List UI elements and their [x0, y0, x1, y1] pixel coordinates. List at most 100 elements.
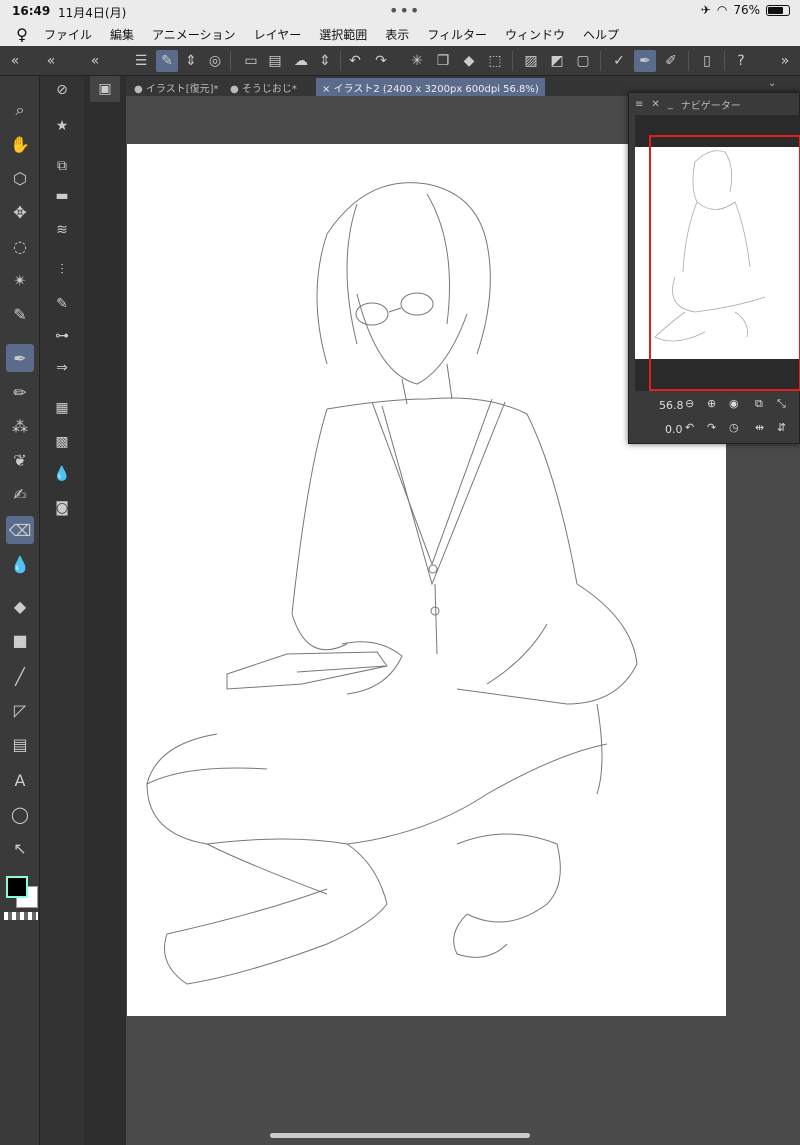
collapse-icon[interactable]: «: [40, 50, 62, 72]
material-palette-icon[interactable]: ★: [50, 114, 74, 138]
menu-filter[interactable]: フィルター: [427, 26, 487, 43]
pen-tool-icon[interactable]: ✒: [6, 344, 34, 372]
home-indicator[interactable]: [270, 1133, 530, 1138]
hamburger-menu-icon[interactable]: ☰: [130, 50, 152, 72]
smartphone-icon[interactable]: ▯: [696, 50, 718, 72]
tool-property-icon[interactable]: ⫶: [50, 258, 74, 282]
balloon-tool-icon[interactable]: ◯: [6, 800, 34, 828]
menu-file[interactable]: ファイル: [44, 26, 92, 43]
brush-tool-icon[interactable]: ✍: [6, 480, 34, 508]
pencil-tool-icon[interactable]: ✏: [6, 378, 34, 406]
navigator-view-frame[interactable]: [649, 135, 800, 391]
menu-animation[interactable]: アニメーション: [152, 26, 236, 43]
multitask-dots-icon[interactable]: •••: [389, 1, 420, 20]
separator: [512, 51, 513, 71]
save-cloud-icon[interactable]: ☁: [290, 50, 312, 72]
adjust-icon[interactable]: ⊶: [50, 324, 74, 348]
loading-icon[interactable]: ✳: [406, 50, 428, 72]
help-icon[interactable]: ?: [730, 50, 752, 72]
menu-edit[interactable]: 編集: [110, 26, 134, 43]
minimize-icon[interactable]: _: [668, 99, 673, 110]
frame-tool-icon[interactable]: ◸: [6, 696, 34, 724]
separator: [340, 51, 341, 71]
flip-horizontal-icon[interactable]: ⇹: [755, 421, 764, 434]
line-tool-icon[interactable]: ╱: [6, 662, 34, 690]
actual-size-icon[interactable]: ⤡: [777, 397, 786, 411]
layer-palette-icon[interactable]: ≋: [50, 218, 74, 242]
decoration-tool-icon[interactable]: ❦: [6, 446, 34, 474]
magic-wand-icon[interactable]: ✴: [6, 266, 34, 294]
transform-icon[interactable]: ⬚: [484, 50, 506, 72]
collapse-icon-2[interactable]: «: [84, 50, 106, 72]
new-file-icon[interactable]: ▭: [240, 50, 262, 72]
navigator-palette-icon[interactable]: ⊘: [50, 78, 74, 102]
color-mixing-icon[interactable]: 💧: [50, 462, 74, 486]
brush-icon[interactable]: ✒: [634, 50, 656, 72]
rotate-left-icon[interactable]: ↶: [685, 421, 694, 434]
rotate-right-icon[interactable]: ↷: [707, 421, 716, 434]
redo-icon[interactable]: ↷: [370, 50, 392, 72]
text-tool-icon[interactable]: A: [6, 766, 34, 794]
undo-icon[interactable]: ↶: [344, 50, 366, 72]
sub-tool-detail-icon[interactable]: ▬: [50, 184, 74, 208]
rotation-reset-icon[interactable]: ◷: [729, 421, 739, 434]
menu-selection[interactable]: 選択範囲: [319, 26, 367, 43]
fit-window-icon[interactable]: ⧉: [755, 397, 763, 411]
layer-property-icon[interactable]: ⧉: [50, 154, 74, 178]
tab-illust2[interactable]: × イラスト2 (2400 x 3200px 600dpi 56.8%): [316, 78, 545, 96]
close-icon[interactable]: ✕: [651, 99, 659, 110]
sort-icon-2[interactable]: ⇕: [314, 50, 336, 72]
simple-mode-icon[interactable]: ✎: [156, 50, 178, 72]
zoom-reset-icon[interactable]: ◉: [729, 397, 739, 410]
palette-bar: ⊘ ★ ⧉ ▬ ≋ ⫶ ✎ ⊶ ⇒ ▦ ▩ 💧 ◙: [40, 76, 84, 1145]
invert-selection-icon[interactable]: ◩: [546, 50, 568, 72]
hand-tool-icon[interactable]: ✋: [6, 130, 34, 158]
sort-icon[interactable]: ⇕: [180, 50, 202, 72]
color-set-icon[interactable]: ▩: [50, 430, 74, 454]
brush-size-icon[interactable]: ✎: [50, 292, 74, 316]
open-folder-icon[interactable]: ▤: [264, 50, 286, 72]
menu-window[interactable]: ウィンドウ: [505, 26, 565, 43]
timeline-icon[interactable]: ▦: [50, 396, 74, 420]
zoom-value: 56.8: [659, 399, 684, 412]
tab-illust-restore[interactable]: ● イラスト[復元]*: [128, 78, 225, 96]
transparent-color-swatch[interactable]: [4, 912, 38, 920]
layer-thumbnail-icon[interactable]: ▣: [90, 76, 120, 102]
ruler-tool-icon[interactable]: ▤: [6, 730, 34, 758]
menu-view[interactable]: 表示: [385, 26, 409, 43]
zoom-tool-icon[interactable]: ⌕: [6, 96, 34, 124]
collapse-right-icon[interactable]: »: [774, 50, 796, 72]
flip-vertical-icon[interactable]: ⇵: [777, 421, 786, 434]
navigator-panel: ≡ ✕ _ ナビゲーター 56.8 ⊖ ⊕ ◉ ⧉ ⤡ 0.0 ↶ ↷ ◷ ⇹ …: [628, 92, 800, 444]
select-none-icon[interactable]: ▨: [520, 50, 542, 72]
correct-line-tool-icon[interactable]: ↖: [6, 834, 34, 862]
menu-help[interactable]: ヘルプ: [583, 26, 619, 43]
copy-icon[interactable]: ❐: [432, 50, 454, 72]
fill-tool-icon[interactable]: ◆: [6, 592, 34, 620]
collapse-left-icon[interactable]: «: [4, 50, 26, 72]
selection-border-icon[interactable]: ▢: [572, 50, 594, 72]
navigator-preview[interactable]: [635, 115, 800, 391]
airbrush-tool-icon[interactable]: ⁂: [6, 412, 34, 440]
auto-action-icon[interactable]: ⇒: [50, 356, 74, 380]
gradient-tool-icon[interactable]: ■: [6, 626, 34, 654]
move-tool-icon[interactable]: ✥: [6, 198, 34, 226]
panel-menu-icon[interactable]: ≡: [635, 99, 643, 110]
ruler-icon[interactable]: ✓: [608, 50, 630, 72]
pen-line-icon[interactable]: ✐: [660, 50, 682, 72]
lasso-tool-icon[interactable]: ◌: [6, 232, 34, 260]
tab-soujioji[interactable]: ● そうじおじ*: [224, 78, 303, 96]
object-tool-icon[interactable]: ⬡: [6, 164, 34, 192]
foreground-color-swatch[interactable]: [6, 876, 28, 898]
wifi-icon: ◠: [716, 3, 728, 17]
fill-icon[interactable]: ◆: [458, 50, 480, 72]
eraser-tool-icon[interactable]: ⌫: [6, 516, 34, 544]
zoom-out-icon[interactable]: ⊖: [685, 397, 694, 410]
zoom-in-icon[interactable]: ⊕: [707, 397, 716, 410]
app-logo-icon[interactable]: ♀: [0, 25, 44, 44]
blend-tool-icon[interactable]: 💧: [6, 550, 34, 578]
menu-layer[interactable]: レイヤー: [254, 26, 302, 43]
eyedropper-icon[interactable]: ✎: [6, 300, 34, 328]
spiral-icon[interactable]: ◎: [204, 50, 226, 72]
color-history-icon[interactable]: ◙: [50, 496, 74, 520]
